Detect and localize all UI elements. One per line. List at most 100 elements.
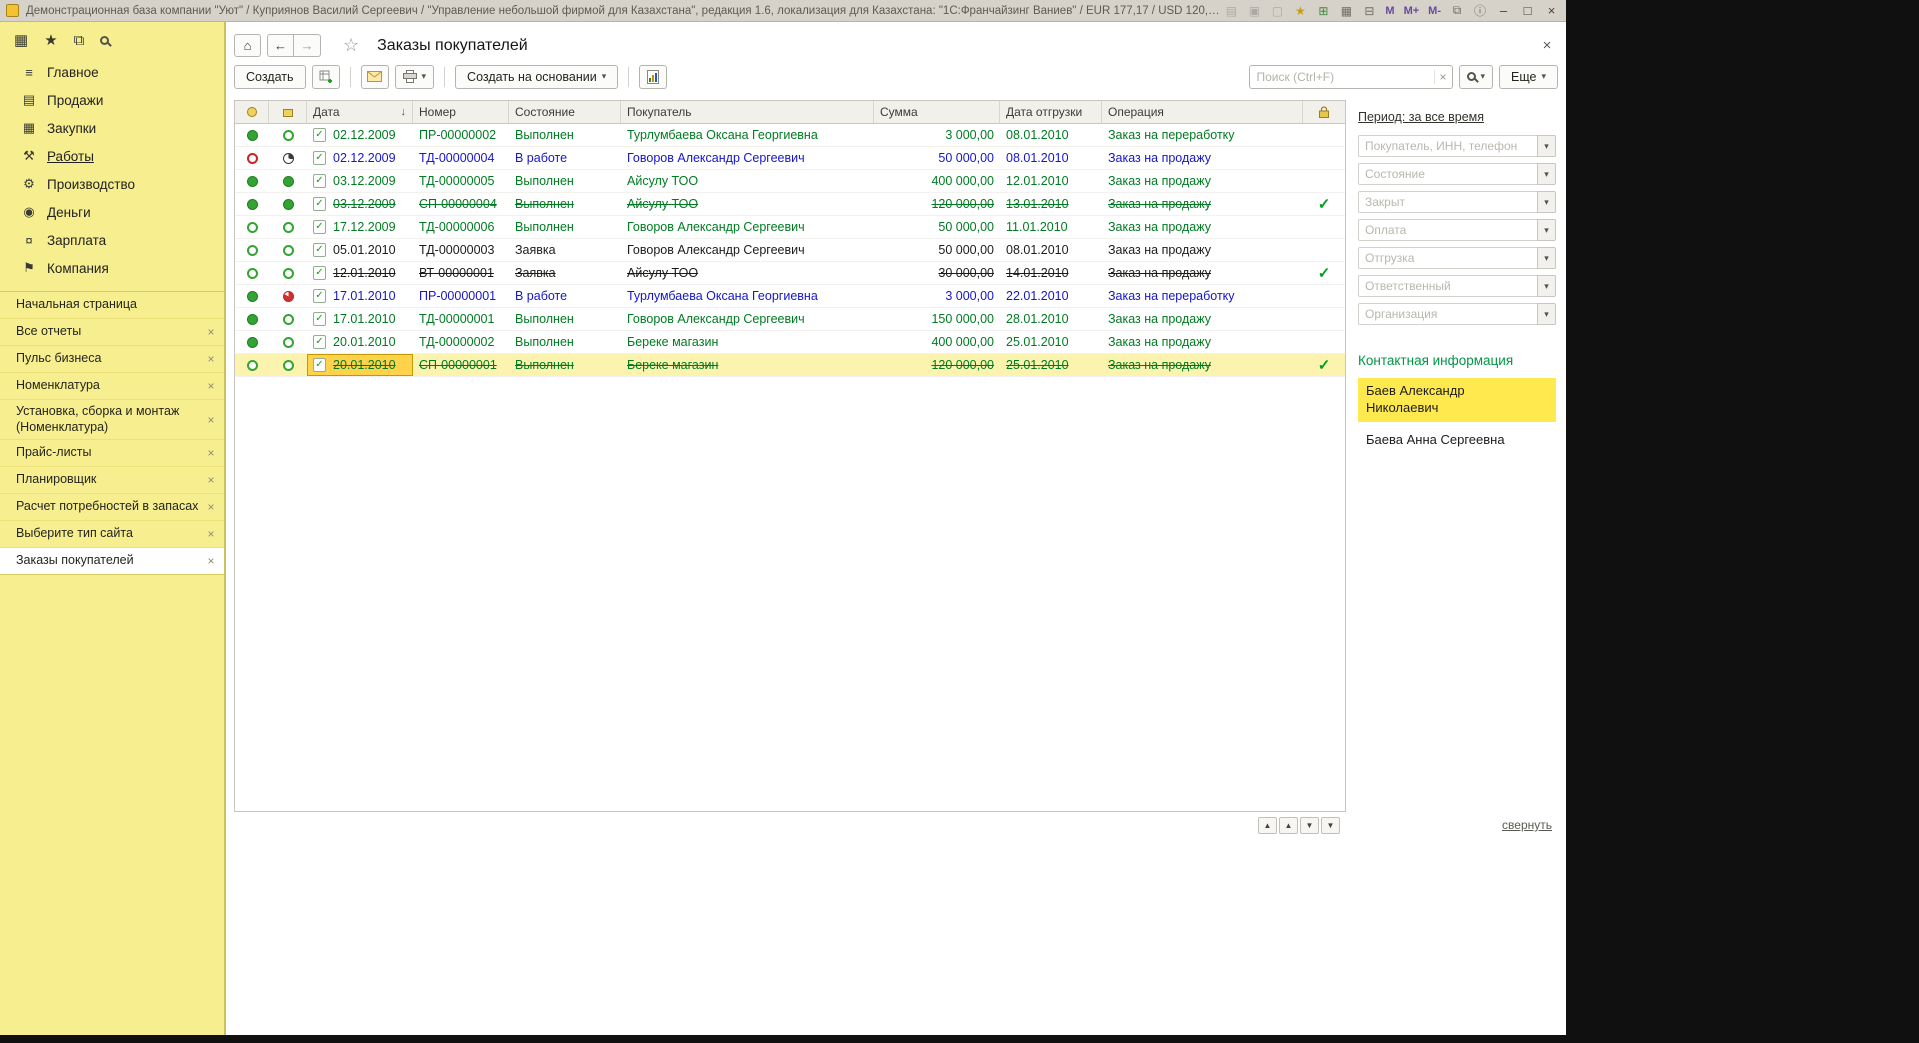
minimize-button[interactable]: – [1495,3,1512,18]
order-row[interactable]: ✓02.12.2009ТД-00000004В работеГоворов Ал… [235,147,1345,170]
close-page-icon[interactable]: × [204,554,218,568]
sidebar-page-item[interactable]: Прайс-листы× [0,440,224,467]
create-group-button[interactable] [312,65,340,89]
close-page-icon[interactable]: × [204,352,218,366]
close-page-icon[interactable]: × [204,413,218,427]
close-page-icon[interactable]: × [204,325,218,339]
filter-dropdown-button[interactable]: ▾ [1537,303,1556,325]
contact-item[interactable]: Баева Анна Сергеевна [1358,427,1556,454]
close-page-icon[interactable]: × [204,379,218,393]
order-row[interactable]: ✓17.01.2010ПР-00000001В работеТурлумбаев… [235,285,1345,308]
column-header-date[interactable]: Дата↓ [307,101,413,123]
order-row[interactable]: ✓17.12.2009ТД-00000006ВыполненГоворов Ал… [235,216,1345,239]
main-menu-icon[interactable]: ▦ [14,31,28,49]
order-row[interactable]: ✓20.01.2010ТД-00000002ВыполненБереке маг… [235,331,1345,354]
order-row[interactable]: ✓03.12.2009ТД-00000005ВыполненАйсулу ТОО… [235,170,1345,193]
order-row[interactable]: ✓03.12.2009СП-00000004ВыполненАйсулу ТОО… [235,193,1345,216]
filter-input[interactable] [1358,247,1537,269]
order-row[interactable]: ✓17.01.2010ТД-00000001ВыполненГоворов Ал… [235,308,1345,331]
search-input[interactable] [1250,70,1434,84]
create-based-button[interactable]: Создать на основании ▾ [455,65,618,89]
favorite-toggle-icon[interactable]: ☆ [343,35,359,56]
spreadsheet-icon[interactable]: ⊞ [1315,4,1331,18]
search-icon[interactable] [100,36,109,45]
favorites-star-icon[interactable]: ★ [1292,4,1308,18]
last-page-button[interactable]: ▼ [1321,817,1340,834]
more-button[interactable]: Еще ▾ [1499,65,1558,89]
sidebar-page-item[interactable]: Начальная страница [0,292,224,319]
info-icon[interactable]: ⓘ [1472,2,1488,19]
column-header-ship-date[interactable]: Дата отгрузки [1000,101,1102,123]
close-page-icon[interactable]: × [204,527,218,541]
sidebar-page-item[interactable]: Все отчеты× [0,319,224,346]
sidebar-page-item[interactable]: Номенклатура× [0,373,224,400]
sidebar-section-works[interactable]: ⚒Работы [0,142,224,170]
sidebar-page-item[interactable]: Планировщик× [0,467,224,494]
filter-dropdown-button[interactable]: ▾ [1537,275,1556,297]
column-header-operation[interactable]: Операция [1102,101,1303,123]
filter-dropdown-button[interactable]: ▾ [1537,191,1556,213]
filter-input[interactable] [1358,135,1537,157]
mail-button[interactable] [361,65,389,89]
period-filter-link[interactable]: Период: за все время [1358,110,1556,124]
close-window-button[interactable]: × [1543,3,1560,18]
forward-button[interactable]: → [294,34,321,57]
sidebar-section-purchases[interactable]: ▦Закупки [0,114,224,142]
column-header-number[interactable]: Номер [413,101,509,123]
order-row[interactable]: ✓05.01.2010ТД-00000003ЗаявкаГоворов Алек… [235,239,1345,262]
close-page-icon[interactable]: × [204,473,218,487]
filter-input[interactable] [1358,275,1537,297]
previous-page-button[interactable]: ▲ [1279,817,1298,834]
filter-dropdown-button[interactable]: ▾ [1537,219,1556,241]
payment-status-column-header[interactable] [235,101,269,123]
back-button[interactable]: ← [267,34,294,57]
sidebar-section-sales[interactable]: ▤Продажи [0,86,224,114]
sidebar-section-money[interactable]: ◉Деньги [0,198,224,226]
sidebar-section-main[interactable]: ≡Главное [0,58,224,86]
windows-list-icon[interactable]: ⧉ [1449,3,1465,18]
column-header-sum[interactable]: Сумма [874,101,1000,123]
report-button[interactable] [639,65,667,89]
close-form-button[interactable]: × [1536,37,1558,54]
favorites-icon[interactable]: ★ [44,31,57,49]
scale-m-minus-button[interactable]: M- [1427,5,1442,17]
preview-icon[interactable]: ▢ [1269,4,1285,18]
clear-search-icon[interactable]: × [1434,70,1452,84]
column-header-closed[interactable] [1303,101,1345,123]
sidebar-page-item[interactable]: Установка, сборка и монтаж (Номенклатура… [0,400,224,440]
filter-input[interactable] [1358,163,1537,185]
filter-input[interactable] [1358,191,1537,213]
collapse-link[interactable]: свернуть [1502,818,1552,832]
close-page-icon[interactable]: × [204,446,218,460]
sidebar-section-production[interactable]: ⚙Производство [0,170,224,198]
filter-input[interactable] [1358,303,1537,325]
search-button[interactable]: ▾ [1459,65,1494,89]
order-row[interactable]: ✓02.12.2009ПР-00000002ВыполненТурлумбаев… [235,124,1345,147]
create-button[interactable]: Создать [234,65,306,89]
filter-dropdown-button[interactable]: ▾ [1537,163,1556,185]
contact-item[interactable]: Баев Александр Николаевич [1358,378,1556,422]
filter-input[interactable] [1358,219,1537,241]
column-header-customer[interactable]: Покупатель [621,101,874,123]
sidebar-page-item[interactable]: Пульс бизнеса× [0,346,224,373]
sidebar-page-item[interactable]: Выберите тип сайта× [0,521,224,548]
sidebar-section-company[interactable]: ⚑Компания [0,254,224,282]
sidebar-page-item[interactable]: Заказы покупателей× [0,548,224,575]
sidebar-page-item[interactable]: Расчет потребностей в запасах× [0,494,224,521]
calendar-icon[interactable]: ▦ [1338,4,1354,18]
order-row[interactable]: ✓12.01.2010ВТ-00000001ЗаявкаАйсулу ТОО30… [235,262,1345,285]
shipment-status-column-header[interactable] [269,101,307,123]
filter-dropdown-button[interactable]: ▾ [1537,135,1556,157]
next-page-button[interactable]: ▼ [1300,817,1319,834]
home-button[interactable]: ⌂ [234,34,261,57]
order-row[interactable]: ✓20.01.2010СП-00000001ВыполненБереке маг… [235,354,1345,377]
scale-m-plus-button[interactable]: M+ [1403,5,1421,17]
close-page-icon[interactable]: × [204,500,218,514]
filter-dropdown-button[interactable]: ▾ [1537,247,1556,269]
recent-icon[interactable]: ⧉ [74,32,85,49]
maximize-button[interactable]: □ [1519,3,1536,18]
column-header-state[interactable]: Состояние [509,101,621,123]
save-icon[interactable]: ▤ [1223,4,1239,18]
first-page-button[interactable]: ▲ [1258,817,1277,834]
calculator-icon[interactable]: ⊟ [1361,4,1377,18]
